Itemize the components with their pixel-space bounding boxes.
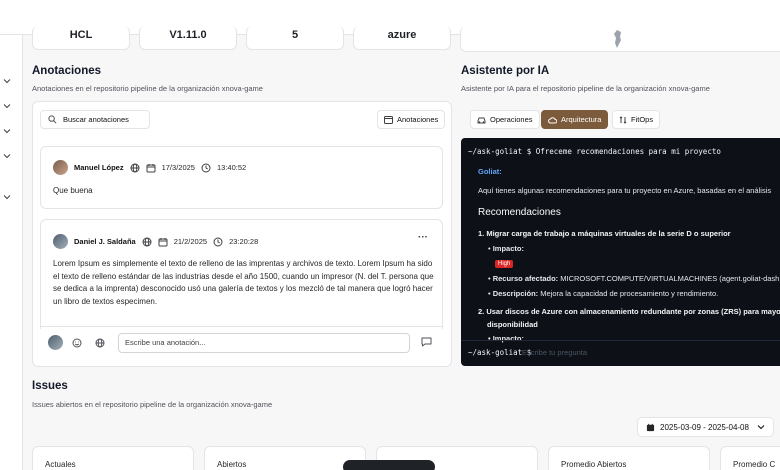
- clock-icon: [201, 163, 211, 172]
- tab-arquitectura[interactable]: Arquitectura: [541, 110, 609, 129]
- description-label: Descripción:: [492, 289, 539, 298]
- stat-card-language: HCL: [32, 26, 130, 50]
- tab-label: Operaciones: [490, 115, 533, 124]
- send-message-icon[interactable]: [421, 337, 432, 347]
- stat-value: HCL: [69, 29, 93, 41]
- cloud-icon: [548, 116, 557, 123]
- left-sidebar: [0, 35, 23, 470]
- issues-title: Issues: [32, 380, 68, 392]
- tab-label: FitOps: [631, 115, 654, 124]
- annotations-button-label: Anotaciones: [397, 115, 439, 124]
- search-input[interactable]: Buscar anotaciones: [40, 110, 150, 129]
- tab-operaciones[interactable]: Operaciones: [470, 110, 540, 129]
- chevron-down-icon[interactable]: [3, 193, 11, 201]
- recommendations-heading: Recomendaciones: [478, 207, 561, 218]
- impact-badge-row: High: [495, 258, 514, 268]
- annotation-meta: Daniel J. Saldaña 21/2/2025 23:20:28: [53, 234, 258, 249]
- more-options-button[interactable]: ···: [418, 232, 428, 243]
- annotations-button[interactable]: Anotaciones: [377, 110, 446, 129]
- chevron-down-icon[interactable]: [3, 152, 11, 160]
- impact-row: • Impacto:: [488, 244, 524, 253]
- stat-card-cloud: azure: [353, 26, 451, 50]
- calendar-icon: [158, 237, 168, 246]
- annotation-date: 21/2/2025: [173, 237, 208, 246]
- assistant-terminal: ~/ask-goliat $ Ofreceme recomendaciones …: [461, 138, 780, 366]
- annotation-body: Lorem Ipsum es simplemente el texto de r…: [53, 259, 434, 306]
- clock-icon: [213, 237, 223, 246]
- chevron-down-icon: [757, 425, 765, 430]
- globe-icon: [142, 237, 152, 246]
- tab-label: Arquitectura: [561, 115, 602, 124]
- annotation-time: 23:20:28: [229, 237, 259, 246]
- tab-fitops[interactable]: FitOps: [612, 110, 661, 129]
- stat-value: azure: [387, 29, 417, 41]
- resource-value: MICROSOFT.COMPUTE/VIRTUALMACHINES (agent…: [560, 274, 780, 283]
- calendar-icon: [146, 163, 156, 172]
- resource-label: Recurso afectado:: [492, 274, 559, 283]
- resource-row: • Recurso afectado: MICROSOFT.COMPUTE/VI…: [488, 274, 780, 283]
- annotation-composer: Escribe una anotación...: [40, 326, 443, 356]
- card-label: Promedio Abiertos: [561, 460, 627, 469]
- annotations-subtitle: Anotaciones en el repositorio pipeline d…: [32, 84, 263, 93]
- question-input[interactable]: Escribe tu pregunta: [522, 348, 587, 357]
- stat-card-version: V1.11.0: [139, 26, 237, 50]
- chevron-down-icon[interactable]: [3, 127, 11, 135]
- calendar-icon: [384, 115, 393, 124]
- map-card: [460, 26, 780, 52]
- recommendation-1-title: 1. Migrar carga de trabajo a máquinas vi…: [478, 229, 731, 238]
- date-range-label: 2025-03-09 - 2025-04-08: [660, 422, 749, 432]
- high-badge: High: [495, 260, 514, 268]
- annotation-card: Manuel López 17/3/2025 13:40:52 Que buen…: [40, 146, 443, 209]
- assistant-subtitle: Asistente por IA para el repositorio pip…: [461, 84, 710, 93]
- avatar: [53, 160, 68, 175]
- stat-value: 5: [291, 29, 299, 41]
- globe-icon[interactable]: [95, 338, 105, 348]
- description-row: • Descripción: Mejora la capacidad de pr…: [488, 289, 719, 298]
- card-label: Actuales: [45, 460, 76, 469]
- globe-icon: [130, 163, 140, 172]
- chevron-down-icon[interactable]: [3, 102, 11, 110]
- issues-subtitle: Issues abiertos en el repositorio pipeli…: [32, 400, 273, 409]
- assistant-speaker: Goliat:: [478, 167, 502, 176]
- annotation-meta: Manuel López 17/3/2025 13:40:52: [53, 160, 246, 175]
- chevron-down-icon[interactable]: [3, 77, 11, 85]
- car-icon: [477, 117, 486, 123]
- issues-card-avg-closed: Promedio C: [720, 446, 780, 470]
- date-range-picker[interactable]: 2025-03-09 - 2025-04-08: [637, 417, 774, 437]
- avatar: [48, 335, 63, 350]
- impact-label: Impacto:: [492, 334, 524, 343]
- annotation-author: Daniel J. Saldaña: [74, 237, 136, 246]
- issues-card-avg-open: Promedio Abiertos: [548, 446, 710, 470]
- recommendation-2-title: 2. Usar discos de Azure con almacenamien…: [478, 307, 780, 316]
- annotation-input[interactable]: Escribe una anotación...: [118, 333, 410, 353]
- emoji-icon[interactable]: [72, 338, 82, 348]
- terminal-command: ~/ask-goliat $ Ofreceme recomendaciones …: [468, 147, 721, 156]
- floating-toolbar[interactable]: [343, 460, 435, 470]
- issues-card-current: Actuales: [32, 446, 194, 470]
- annotation-card: Daniel J. Saldaña 21/2/2025 23:20:28 ···…: [40, 219, 443, 329]
- assistant-intro: Aquí tienes algunas recomendaciones para…: [478, 186, 772, 195]
- assistant-title: Asistente por IA: [461, 65, 550, 77]
- search-icon: [48, 115, 57, 124]
- description-value: Mejora la capacidad de procesamiento y r…: [540, 289, 719, 298]
- recommendation-2-title-cont: disponibilidad: [487, 320, 538, 329]
- annotation-time: 13:40:52: [216, 163, 247, 172]
- search-placeholder: Buscar anotaciones: [63, 115, 129, 124]
- impact-row-partial: • Impacto:: [488, 334, 524, 343]
- sort-icon: [619, 115, 627, 124]
- stat-value: V1.11.0: [169, 29, 207, 41]
- annotation-author: Manuel López: [74, 163, 124, 172]
- annotation-date: 17/3/2025: [161, 163, 195, 172]
- map-shape-icon: [614, 30, 621, 48]
- avatar: [53, 234, 68, 249]
- annotation-body: Que buena: [53, 186, 93, 195]
- card-label: Abiertos: [217, 460, 247, 469]
- impact-label: Impacto:: [492, 244, 524, 253]
- issues-card-open: Abiertos: [204, 446, 366, 470]
- card-label: Promedio C: [733, 460, 776, 469]
- calendar-icon: [646, 423, 655, 431]
- annotations-title: Anotaciones: [32, 65, 102, 77]
- stat-card-count: 5: [246, 26, 344, 50]
- terminal-divider: [461, 340, 780, 341]
